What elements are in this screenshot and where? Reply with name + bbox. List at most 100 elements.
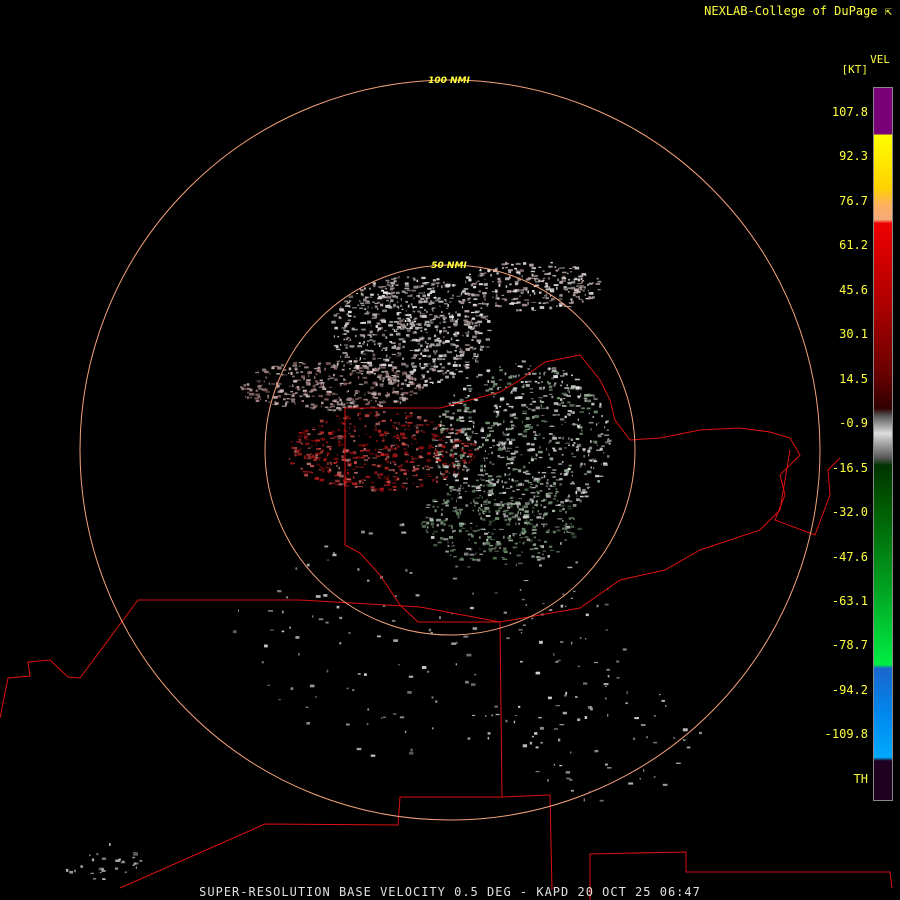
echo-pixel (464, 552, 469, 556)
echo-pixel (445, 484, 449, 486)
echo-pixel (357, 568, 360, 571)
echo-pixel (590, 440, 592, 443)
echo-pixel (516, 505, 519, 509)
echo-pixel (504, 518, 508, 522)
echo-pixel (449, 453, 452, 456)
echo-pixel (400, 464, 403, 466)
echo-pixel (443, 538, 449, 541)
echo-pixel (461, 523, 466, 525)
echo-pixel (361, 530, 365, 534)
echo-pixel (336, 313, 340, 315)
echo-pixel (465, 680, 469, 684)
legend-label: 14.5 (839, 371, 868, 386)
echo-pixel (570, 438, 574, 441)
echo-pixel (588, 296, 591, 298)
echo-pixel (358, 383, 364, 386)
echo-pixel (392, 482, 397, 484)
echo-pixel (101, 870, 106, 872)
echo-pixel (367, 334, 372, 336)
echo-pixel (115, 867, 119, 870)
echo-pixel (246, 383, 250, 386)
echo-pixel (518, 508, 524, 511)
echo-pixel (418, 424, 424, 426)
echo-pixel (411, 456, 413, 458)
echo-pixel (401, 362, 406, 366)
echo-pixel (365, 311, 371, 314)
echo-pixel (467, 330, 469, 333)
echo-pixel (379, 473, 383, 476)
echo-pixel (497, 423, 502, 426)
echo-pixel (338, 474, 344, 478)
echo-pixel (398, 422, 400, 425)
echo-pixel (313, 406, 317, 409)
echo-pixel (496, 480, 499, 484)
echo-pixel (374, 453, 378, 456)
echo-pixel (303, 377, 305, 381)
echo-pixel (377, 342, 382, 345)
echo-pixel (548, 367, 551, 371)
echo-pixel (504, 563, 508, 565)
echo-pixel (556, 286, 558, 290)
echo-pixel (340, 343, 342, 346)
echo-pixel (527, 503, 531, 505)
echo-pixel (441, 455, 444, 458)
echo-pixel (549, 549, 555, 551)
echo-pixel (529, 391, 534, 393)
echo-pixel (502, 550, 507, 552)
echo-pixel (505, 386, 507, 388)
echo-pixel (292, 364, 298, 367)
echo-pixel (487, 501, 491, 504)
echo-pixel (539, 306, 545, 309)
echo-pixel (562, 508, 565, 511)
echo-pixel (327, 470, 331, 473)
echo-pixel (469, 453, 472, 456)
echo-pixel (451, 541, 454, 544)
echo-pixel (564, 694, 567, 697)
echo-pixel (405, 568, 408, 572)
echo-pixel (393, 639, 398, 642)
echo-pixel (427, 452, 431, 455)
echo-pixel (370, 293, 374, 296)
echo-pixel (375, 422, 380, 426)
echo-pixel (555, 705, 560, 707)
echo-pixel (469, 557, 474, 560)
echo-pixel (333, 344, 339, 347)
echo-pixel (548, 385, 553, 389)
echo-pixel (443, 336, 445, 339)
echo-pixel (559, 483, 562, 486)
echo-pixel (528, 426, 533, 429)
echo-pixel (530, 492, 536, 494)
echo-pixel (101, 857, 107, 860)
echo-pixel (524, 299, 529, 301)
echo-pixel (583, 397, 588, 399)
echo-pixel (596, 423, 598, 426)
echo-pixel (243, 384, 247, 387)
echo-pixel (376, 464, 381, 468)
echo-pixel (456, 513, 461, 516)
echo-pixel (479, 484, 483, 487)
echo-pixel (445, 550, 449, 553)
echo-pixel (364, 287, 366, 290)
echo-pixel (458, 455, 460, 457)
boundary-south-east (501, 794, 553, 891)
echo-pixel (431, 301, 435, 305)
echo-pixel (561, 279, 566, 282)
echo-pixel (491, 714, 494, 717)
echo-pixel (508, 270, 512, 274)
echo-pixel (546, 481, 549, 485)
echo-pixel (467, 297, 470, 301)
echo-pixel (441, 513, 443, 516)
echo-pixel (392, 455, 395, 458)
echo-pixel (543, 514, 545, 518)
echo-pixel (467, 737, 471, 740)
echo-pixel (564, 539, 567, 541)
echo-pixel (417, 342, 421, 345)
echo-pixel (514, 396, 518, 400)
echo-pixel (605, 421, 608, 424)
echo-pixel (420, 378, 425, 380)
echo-pixel (507, 504, 511, 506)
echo-pixel (493, 395, 495, 398)
echo-pixel (545, 301, 549, 304)
echo-pixel (580, 393, 582, 396)
echo-pixel (459, 301, 463, 304)
